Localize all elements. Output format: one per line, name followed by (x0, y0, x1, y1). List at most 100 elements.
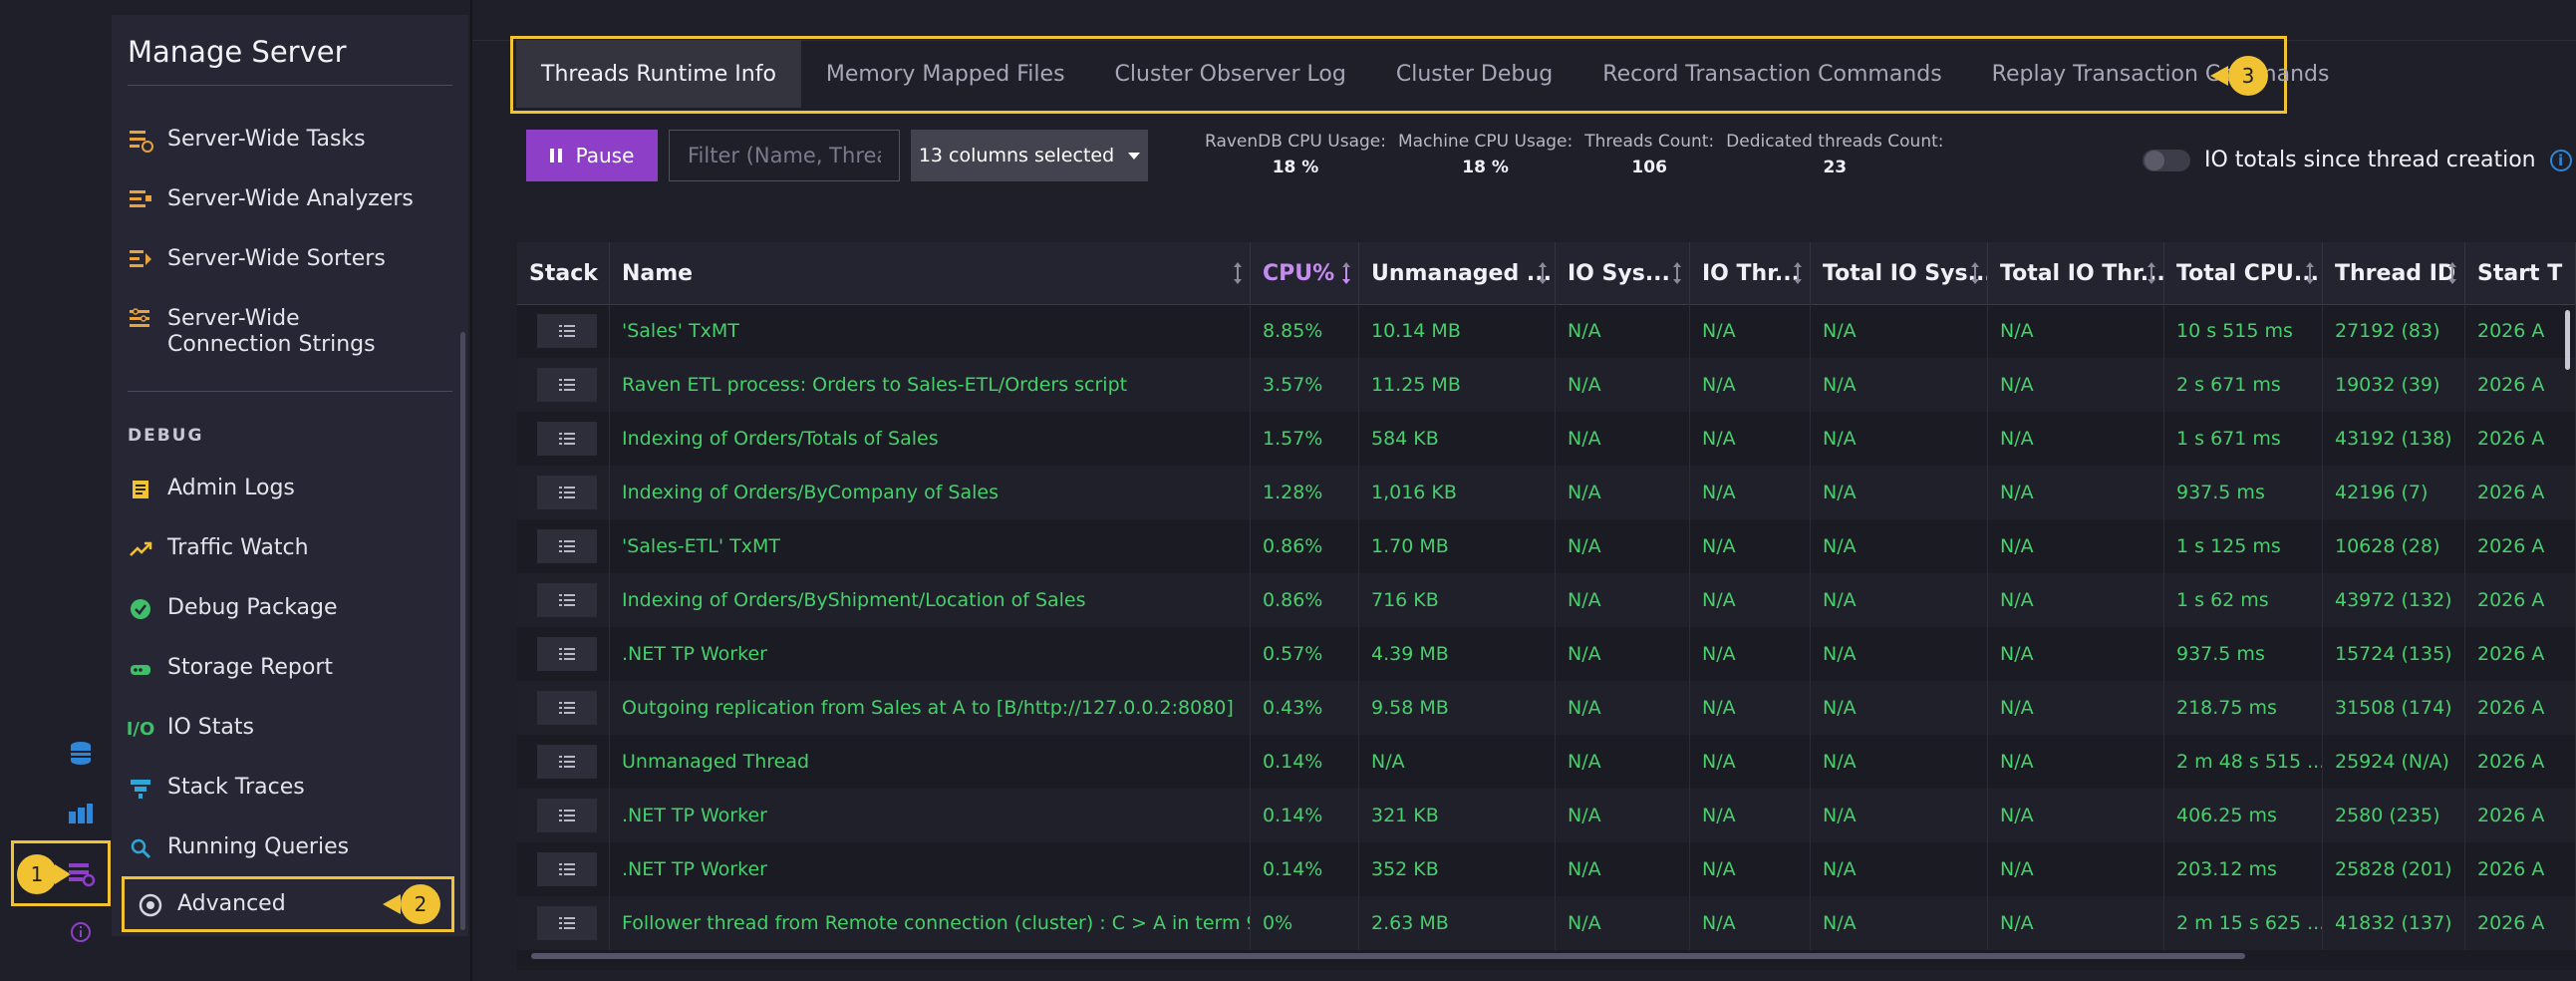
sort-icon[interactable] (1673, 262, 1681, 284)
stack-cell (517, 735, 610, 789)
stack-trace-button[interactable] (537, 852, 597, 886)
running-queries-icon (128, 835, 153, 861)
table-cell: N/A (1988, 519, 2164, 573)
table-row: Unmanaged Thread 0.14% N/A N/A N/A N/A N/A 2 m … (517, 735, 2576, 789)
stack-trace-button[interactable] (537, 906, 597, 940)
column-header-label: Stack (529, 260, 598, 286)
sidebar-item-label: Server-Wide Sorters (167, 246, 386, 271)
table-cell: 2026 A (2465, 358, 2576, 412)
table-cell: 203.12 ms (2164, 842, 2323, 896)
sidebar-item-running-queries[interactable]: Running Queries (128, 834, 446, 861)
about-icon[interactable] (64, 915, 98, 949)
column-header[interactable]: IO Thr... (1690, 242, 1811, 304)
stack-trace-button[interactable] (537, 691, 597, 725)
sort-icon[interactable] (1539, 262, 1547, 284)
sort-icon[interactable] (1234, 262, 1242, 284)
tab-replay-transaction-commands[interactable]: Replay Transaction Commands (1967, 40, 2355, 108)
columns-selector-button[interactable]: 13 columns selected (911, 130, 1148, 181)
column-header[interactable]: Thread ID (2323, 242, 2465, 304)
sidebar-item-server-wide-sorters[interactable]: Server-Wide Sorters (128, 246, 446, 273)
sidebar-item-io-stats[interactable]: I/O IO Stats (127, 715, 446, 742)
list-icon (559, 379, 575, 391)
stack-trace-button[interactable] (537, 637, 597, 671)
tab-memory-mapped-files[interactable]: Memory Mapped Files (801, 40, 1090, 108)
table-body: 'Sales' TxMT 8.85% 10.14 MB N/A N/A N/A N/A 10 … (517, 304, 2576, 950)
column-header[interactable]: Total IO Sys... (1811, 242, 1988, 304)
table-cell: N/A (1359, 735, 1556, 789)
sidebar-item-server-wide-tasks[interactable]: Server-Wide Tasks (128, 127, 446, 154)
stack-cell (517, 627, 610, 681)
table-cell: 2026 A (2465, 681, 2576, 735)
column-header[interactable]: Unmanaged ... (1359, 242, 1556, 304)
table-cell: N/A (1690, 735, 1811, 789)
sidebar-item-server-wide-analyzers[interactable]: Server-Wide Analyzers (128, 186, 446, 213)
tab-threads-runtime-info[interactable]: Threads Runtime Info (516, 40, 801, 108)
pause-button[interactable]: Pause (526, 130, 658, 181)
list-icon (559, 756, 575, 768)
stack-trace-button[interactable] (537, 422, 597, 456)
stack-trace-button[interactable] (537, 476, 597, 509)
column-header[interactable]: Total IO Thr... (1988, 242, 2164, 304)
stack-trace-button[interactable] (537, 314, 597, 348)
table-cell: N/A (1988, 358, 2164, 412)
sidebar-item-debug-package[interactable]: Debug Package (128, 595, 446, 622)
manage-server-icon[interactable] (64, 856, 98, 890)
column-header-label: Thread ID (2335, 260, 2456, 286)
column-header[interactable]: Name (610, 242, 1251, 304)
table-cell: N/A (1556, 304, 1690, 358)
column-header[interactable]: Total CPU... (2164, 242, 2323, 304)
debug-package-icon (128, 596, 153, 622)
stack-trace-button[interactable] (537, 368, 597, 402)
cluster-icon[interactable] (64, 796, 98, 829)
databases-icon[interactable] (64, 737, 98, 771)
sort-icon[interactable] (1794, 262, 1802, 284)
table-cell: 321 KB (1359, 789, 1556, 842)
stack-trace-button[interactable] (537, 583, 597, 617)
io-totals-toggle[interactable] (2143, 149, 2190, 171)
table-cell: 10 s 515 ms (2164, 304, 2323, 358)
sort-icon[interactable] (2147, 262, 2155, 284)
table-cell: N/A (1690, 358, 1811, 412)
threads-table: Stack Name CPU% Unmanaged ... IO Sys... IO Th… (517, 242, 2576, 970)
sidebar-item-server-wide-connection-strings[interactable]: Server-Wide Connection Strings (128, 306, 446, 358)
tab-cluster-observer-log[interactable]: Cluster Observer Log (1090, 40, 1371, 108)
stack-cell (517, 304, 610, 358)
column-header[interactable]: Start T (2465, 242, 2576, 304)
table-cell: 2026 A (2465, 627, 2576, 681)
sidebar-item-admin-logs[interactable]: Admin Logs (128, 476, 446, 502)
table-cell: Indexing of Orders/ByCompany of Sales (610, 466, 1251, 519)
stack-trace-button[interactable] (537, 799, 597, 832)
column-header[interactable]: CPU% (1251, 242, 1359, 304)
info-icon[interactable]: i (2549, 149, 2572, 171)
table-row: 'Sales' TxMT 8.85% 10.14 MB N/A N/A N/A N/A 10 … (517, 304, 2576, 358)
tab-record-transaction-commands[interactable]: Record Transaction Commands (1577, 40, 1966, 108)
table-cell: Unmanaged Thread (610, 735, 1251, 789)
sort-icon[interactable] (2448, 262, 2456, 284)
sort-icon[interactable] (1971, 262, 1979, 284)
sidebar-item-storage-report[interactable]: Storage Report (128, 655, 446, 682)
table-cell: 406.25 ms (2164, 789, 2323, 842)
tab-cluster-debug[interactable]: Cluster Debug (1371, 40, 1577, 108)
table-horizontal-scrollbar[interactable] (531, 953, 2245, 959)
table-cell: 2026 A (2465, 735, 2576, 789)
column-header-label: IO Thr... (1702, 260, 1801, 286)
list-icon (559, 487, 575, 498)
sidebar: Manage Server Server-Wide Tasks Server-W… (112, 15, 468, 936)
table-cell: 0.57% (1251, 627, 1359, 681)
column-header[interactable]: IO Sys... (1556, 242, 1690, 304)
stat-label: Machine CPU Usage: (1397, 132, 1574, 152)
table-cell: Raven ETL process: Orders to Sales-ETL/O… (610, 358, 1251, 412)
sidebar-scrollbar[interactable] (460, 332, 465, 930)
column-header-label: IO Sys... (1568, 260, 1670, 286)
sort-icon[interactable] (1342, 262, 1350, 284)
filter-input[interactable] (669, 130, 900, 181)
table-vertical-scrollbar[interactable] (2565, 310, 2570, 370)
stack-trace-button[interactable] (537, 745, 597, 779)
column-header-label: Start T (2477, 260, 2563, 286)
table-cell: N/A (1556, 896, 1690, 950)
sidebar-item-traffic-watch[interactable]: Traffic Watch (128, 535, 446, 562)
table-cell: 0.14% (1251, 789, 1359, 842)
stack-trace-button[interactable] (537, 529, 597, 563)
sort-icon[interactable] (2306, 262, 2314, 284)
sidebar-item-stack-traces[interactable]: Stack Traces (128, 775, 446, 802)
